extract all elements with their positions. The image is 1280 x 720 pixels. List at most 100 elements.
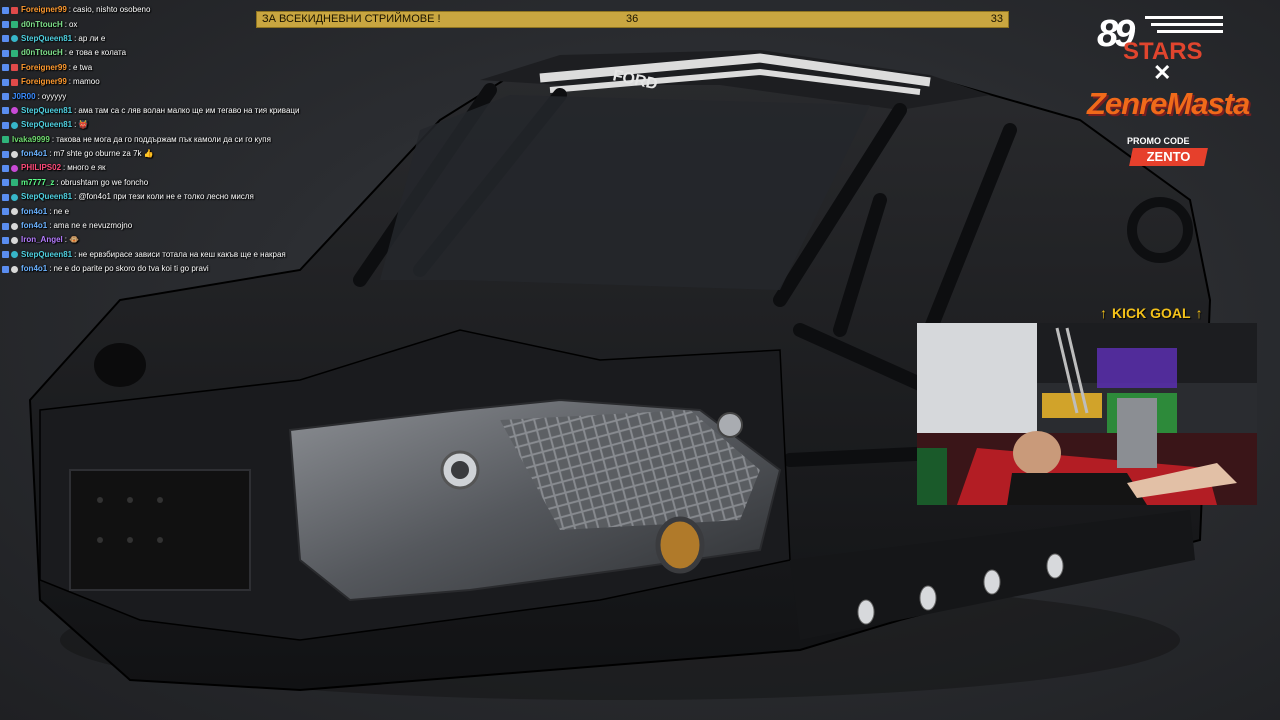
arrow-up-icon: ↑ <box>1195 305 1203 321</box>
badge-icon <box>2 78 9 86</box>
chat-overlay: Foreigner99: casio, nishto osobeno d0nTtou… <box>2 3 422 276</box>
chat-text: ne e do parite po skoro do tva koi ti go… <box>53 264 209 274</box>
chat-username: fon4o1 <box>21 149 48 159</box>
chat-separator: : <box>51 134 55 144</box>
chat-text: е това е колата <box>69 48 127 58</box>
chat-separator: : <box>49 221 52 231</box>
chat-separator: : <box>68 77 72 87</box>
chat-badges <box>2 193 18 201</box>
chat-message: StepQueen81: 👹 <box>2 118 422 132</box>
chat-badges <box>2 164 18 172</box>
chat-separator: : <box>63 163 66 173</box>
chat-message: Ivaka9999: такова не мога да го поддържам… <box>2 133 422 147</box>
badge-icon <box>2 35 9 43</box>
badge-icon <box>11 193 18 201</box>
chat-text: ама там са с ляв волан малко ще им тегав… <box>78 105 300 115</box>
badge-icon <box>2 251 9 259</box>
chat-message: fon4o1: ne e do parite po skoro do tva ko… <box>2 262 422 276</box>
chat-username: StepQueen81 <box>21 249 73 259</box>
chat-separator: : <box>74 120 77 130</box>
chat-username: StepQueen81 <box>21 192 73 202</box>
chat-message: m7777_z: obrushtam go we foncho <box>2 176 422 190</box>
chat-badges <box>2 21 18 29</box>
chat-text: не ервзбирасе зависи тотала на кеш какъв… <box>78 249 286 259</box>
chat-badges <box>2 136 9 144</box>
chat-separator: : <box>68 62 72 72</box>
chat-separator: : <box>49 206 52 216</box>
stars-lines-icon <box>1145 16 1223 33</box>
sponsor-logo: 89 STARS ✕ ZenreMasta PROMO CODE ZENTO <box>1085 12 1250 172</box>
chat-text: много е як <box>67 163 106 173</box>
chat-message: StepQueen81: @fon4o1 при тези коли не е т… <box>2 190 422 204</box>
chat-separator: : <box>74 105 77 115</box>
chat-separator: : <box>56 177 59 187</box>
goal-bar-current: 36 <box>626 13 639 25</box>
promo-label: PROMO CODE <box>1127 136 1190 146</box>
badge-icon <box>11 236 18 244</box>
badge-icon <box>11 164 18 172</box>
chat-separator: : <box>74 192 77 202</box>
kick-goal: ↑ KICK GOAL ↑ <box>1100 305 1203 321</box>
badge-icon <box>11 150 18 158</box>
goal-bar: ЗА ВСЕКИДНЕВНИ СТРИЙМОВЕ ! 36 33 <box>256 11 1009 28</box>
goal-bar-target: 33 <box>990 13 1003 25</box>
chat-username: d0nTtoucH <box>21 19 63 29</box>
badge-icon <box>11 208 18 216</box>
chat-message: fon4o1: ne e <box>2 204 422 218</box>
chat-message: fon4o1: ama ne e nevuzmojno <box>2 219 422 233</box>
chat-username: StepQueen81 <box>21 120 73 130</box>
chat-text: е twa <box>73 62 93 72</box>
chat-message: fon4o1: m7 shte go oburne za 7k 👍 <box>2 147 422 161</box>
chat-text: casio, nishto osobeno <box>73 5 151 15</box>
goal-bar-label: ЗА ВСЕКИДНЕВНИ СТРИЙМОВЕ ! <box>262 13 441 25</box>
chat-separator: : <box>37 91 40 101</box>
chat-badges <box>2 78 18 86</box>
badge-icon <box>2 136 9 144</box>
kick-goal-label: KICK GOAL <box>1112 305 1191 321</box>
chat-separator: : <box>68 5 72 15</box>
chat-badges <box>2 208 18 216</box>
chat-username: fon4o1 <box>21 206 48 216</box>
badge-icon <box>11 49 18 57</box>
badge-icon <box>2 222 9 230</box>
chat-message: Foreigner99: е twa <box>2 61 422 75</box>
arrow-up-icon: ↑ <box>1100 305 1107 321</box>
chat-badges <box>2 49 18 57</box>
chat-username: Foreigner99 <box>21 62 67 72</box>
chat-username: d0nTtoucH <box>21 48 63 58</box>
badge-icon <box>11 121 18 129</box>
webcam-scene <box>917 323 1257 505</box>
chat-badges <box>2 251 18 259</box>
sponsor-times: ✕ <box>1153 60 1172 85</box>
sponsor-brand: ZenreMasta <box>1087 86 1250 121</box>
badge-icon <box>2 265 9 273</box>
badge-icon <box>11 222 18 230</box>
chat-text: 👹 <box>78 120 89 130</box>
badge-icon <box>11 251 18 259</box>
badge-icon <box>11 179 18 187</box>
chat-badges <box>2 179 18 187</box>
chat-separator: : <box>49 264 52 274</box>
chat-badges <box>2 236 18 244</box>
chat-separator: : <box>74 249 77 259</box>
badge-icon <box>2 193 9 201</box>
chat-text: ар ли е <box>78 33 106 43</box>
badge-icon <box>2 107 9 115</box>
chat-message: StepQueen81: ама там са с ляв волан малко… <box>2 104 422 118</box>
chat-text: ama ne e nevuzmojno <box>53 221 133 231</box>
chat-text: oyyyyy <box>41 91 67 101</box>
chat-username: StepQueen81 <box>21 105 73 115</box>
badge-icon <box>2 164 9 172</box>
chat-text: obrushtam go we foncho <box>60 177 149 187</box>
chat-message: Foreigner99: mamoo <box>2 75 422 89</box>
webcam-feed <box>917 323 1257 505</box>
chat-separator: : <box>74 33 77 43</box>
promo-code: ZENTO <box>1146 149 1191 164</box>
badge-icon <box>2 179 9 187</box>
badge-icon <box>11 265 18 273</box>
badge-icon <box>2 21 9 29</box>
chat-text: m7 shte go oburne za 7k 👍 <box>53 149 154 159</box>
chat-badges <box>2 150 18 158</box>
chat-badges <box>2 35 18 43</box>
chat-username: PHILIPS02 <box>21 163 62 173</box>
